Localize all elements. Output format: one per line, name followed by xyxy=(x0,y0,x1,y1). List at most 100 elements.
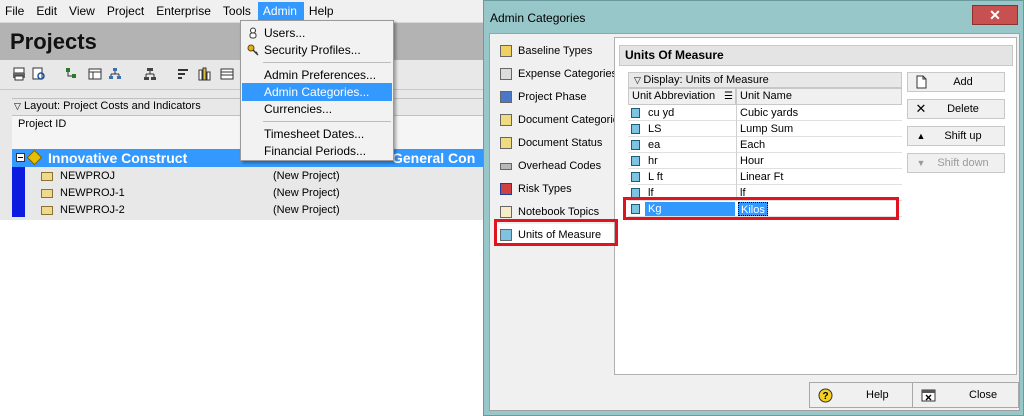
close-icon: ✕ xyxy=(989,7,1001,23)
folder-icon xyxy=(41,189,53,198)
risk-icon xyxy=(500,183,512,195)
menu-item-label: Currencies... xyxy=(264,102,333,116)
category-label: Baseline Types xyxy=(518,45,593,57)
shift-up-label: Shift up xyxy=(944,130,982,142)
menu-item-label: Users... xyxy=(264,26,306,40)
sort-icon: ☰ xyxy=(724,91,733,102)
project-id: NEWPROJ xyxy=(60,170,115,182)
baseline-icon xyxy=(500,45,512,57)
table-row[interactable]: cu yd Cubic yards xyxy=(628,105,902,121)
delete-button[interactable]: ✕ Delete xyxy=(907,99,1005,119)
table-row[interactable]: LS Lump Sum xyxy=(628,121,902,137)
cell-divider xyxy=(736,121,737,137)
category-expense-categories[interactable]: Expense Categories xyxy=(496,63,614,85)
close-label: Close xyxy=(969,389,998,401)
table-row[interactable]: ea Each xyxy=(628,137,902,153)
unit-icon xyxy=(631,124,640,134)
group-sort-icon[interactable] xyxy=(108,67,122,81)
columns-icon[interactable] xyxy=(88,67,102,81)
menu-item-admin-preferences[interactable]: Admin Preferences... xyxy=(242,66,392,84)
shift-down-button[interactable]: ▼ Shift down xyxy=(907,153,1005,173)
help-button[interactable]: ? Help xyxy=(809,382,916,408)
column-header-label: Unit Abbreviation xyxy=(632,90,716,102)
tree-icon[interactable] xyxy=(143,67,157,81)
category-baseline-types[interactable]: Baseline Types xyxy=(496,40,614,62)
menu-item-financial-periods[interactable]: Financial Periods... xyxy=(242,142,392,160)
close-button[interactable]: ✕ xyxy=(972,5,1018,25)
menu-item-label: Admin Preferences... xyxy=(264,68,377,82)
unit-name: Hour xyxy=(740,155,764,167)
new-document-icon xyxy=(916,75,927,89)
add-button[interactable]: Add xyxy=(907,72,1005,92)
category-label: Expense Categories xyxy=(518,68,614,80)
panel-title: Units Of Measure xyxy=(619,45,1013,66)
menu-item-label: Admin Categories... xyxy=(264,85,370,99)
menu-file[interactable]: File xyxy=(0,2,31,20)
column-header-unit-name[interactable]: Unit Name xyxy=(736,88,902,105)
category-list: Baseline Types Expense Categories Projec… xyxy=(492,37,614,375)
category-document-categories[interactable]: Document Categories xyxy=(496,109,614,131)
chart-icon[interactable] xyxy=(198,67,212,81)
shift-up-button[interactable]: ▲ Shift up xyxy=(907,126,1005,146)
table-row[interactable]: L ft Linear Ft xyxy=(628,169,902,185)
table-row[interactable]: NEWPROJ (New Project) xyxy=(26,168,483,185)
menu-tools[interactable]: Tools xyxy=(218,2,258,20)
print-preview-icon[interactable] xyxy=(32,67,46,81)
project-phase-icon xyxy=(500,91,512,103)
menu-project[interactable]: Project xyxy=(102,2,151,20)
category-label: Project Phase xyxy=(518,91,587,103)
unit-name: Cubic yards xyxy=(740,107,799,119)
eps-name: Innovative Construct xyxy=(48,150,188,166)
unit-abbreviation: hr xyxy=(648,155,658,167)
cell-divider xyxy=(736,169,737,185)
page-title: Projects xyxy=(10,29,97,54)
add-label: Add xyxy=(953,76,973,88)
menu-item-security-profiles[interactable]: Security Profiles... xyxy=(242,41,392,59)
menu-help[interactable]: Help xyxy=(304,2,341,20)
menu-edit[interactable]: Edit xyxy=(31,2,64,20)
unit-name: Each xyxy=(740,139,766,151)
menu-item-users[interactable]: Users... xyxy=(242,24,392,42)
unit-abbreviation: cu yd xyxy=(648,107,675,119)
category-risk-types[interactable]: Risk Types xyxy=(496,178,614,200)
close-dialog-button[interactable]: Close xyxy=(912,382,1019,408)
column-header-label: Unit Name xyxy=(740,90,792,102)
category-label: Overhead Codes xyxy=(518,160,602,172)
document-status-icon xyxy=(500,137,512,149)
hierarchy-icon[interactable] xyxy=(65,67,79,81)
chevron-down-icon: ▽ xyxy=(14,101,21,111)
help-label: Help xyxy=(866,389,889,401)
menu-item-admin-categories[interactable]: Admin Categories... xyxy=(242,83,392,101)
eps-column-value: General Con xyxy=(392,150,476,166)
project-name: (New Project) xyxy=(273,204,340,216)
category-label: Document Status xyxy=(518,137,603,149)
category-project-phase[interactable]: Project Phase xyxy=(496,86,614,108)
column-header-abbreviation[interactable]: Unit Abbreviation ☰ xyxy=(628,88,736,105)
unit-abbreviation: L ft xyxy=(648,171,663,183)
menu-item-timesheet-dates[interactable]: Timesheet Dates... xyxy=(242,125,392,143)
table-row[interactable]: hr Hour xyxy=(628,153,902,169)
menu-item-label: Financial Periods... xyxy=(264,144,367,158)
table-icon[interactable] xyxy=(220,67,234,81)
project-name: (New Project) xyxy=(273,170,340,182)
bars-icon[interactable] xyxy=(177,67,191,81)
menu-view[interactable]: View xyxy=(64,2,102,20)
menu-admin[interactable]: Admin xyxy=(257,2,304,20)
category-document-status[interactable]: Document Status xyxy=(496,132,614,154)
table-row[interactable]: NEWPROJ-2 (New Project) xyxy=(26,202,483,219)
category-overhead-codes[interactable]: Overhead Codes xyxy=(496,155,614,177)
highlight-box-units-category xyxy=(494,219,618,246)
table-row[interactable]: NEWPROJ-1 (New Project) xyxy=(26,185,483,202)
display-bar[interactable]: ▽ Display: Units of Measure xyxy=(628,72,902,88)
project-id: NEWPROJ-1 xyxy=(60,187,125,199)
menu-separator xyxy=(263,62,391,63)
unit-abbreviation: LS xyxy=(648,123,662,135)
menu-enterprise[interactable]: Enterprise xyxy=(151,2,218,20)
unit-icon xyxy=(631,140,640,150)
unit-name: Lump Sum xyxy=(740,123,794,135)
menu-item-currencies[interactable]: Currencies... xyxy=(242,100,392,118)
delete-icon: ✕ xyxy=(915,101,927,116)
print-icon[interactable] xyxy=(12,67,26,81)
display-label: Display: Units of Measure xyxy=(643,74,769,86)
collapse-icon[interactable] xyxy=(16,153,25,162)
